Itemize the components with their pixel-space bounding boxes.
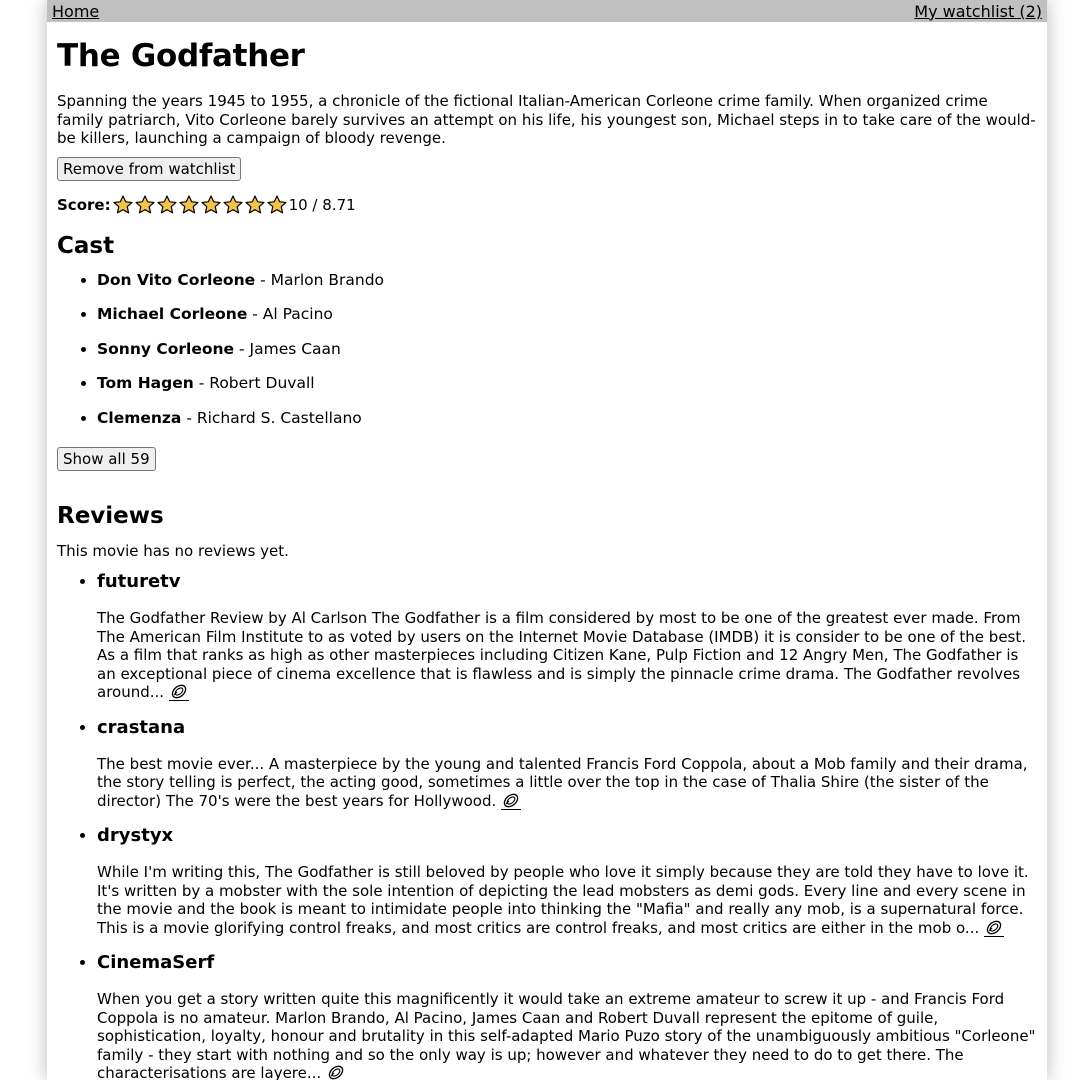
cast-item: Michael Corleone - Al Pacino (97, 305, 1037, 340)
cast-character: Sonny Corleone (97, 339, 235, 358)
star-rating (112, 194, 288, 216)
review-author: drystyx (97, 825, 174, 846)
review-item: drystyx While I'm writing this, The Godf… (97, 825, 1037, 937)
cast-actor: - James Caan (234, 339, 341, 358)
review-text: The best movie ever... A masterpiece by … (97, 754, 1028, 810)
remove-from-watchlist-button[interactable]: Remove from watchlist (57, 156, 242, 181)
review-author: CinemaSerf (97, 952, 215, 973)
star-icon (112, 194, 133, 213)
review-text: The Godfather Review by Al Carlson The G… (97, 609, 1027, 701)
paperclip-icon (503, 793, 519, 807)
paperclip-icon (328, 1065, 344, 1080)
score-row: Score: 10 / 8.71 (57, 193, 1037, 217)
reviews-list: futuretv The Godfather Review by Al Carl… (57, 571, 1037, 1080)
cast-character: Don Vito Corleone (97, 270, 256, 289)
star-icon (134, 194, 155, 213)
review-item: futuretv The Godfather Review by Al Carl… (97, 571, 1037, 702)
review-body: When you get a story written quite this … (97, 990, 1037, 1080)
review-author: crastana (97, 716, 186, 738)
paperclip-icon (171, 684, 187, 699)
review-body: The Godfather Review by Al Carlson The G… (97, 609, 1037, 702)
review-body: While I'm writing this, The Godfather is… (97, 863, 1037, 937)
home-link[interactable]: Home (52, 2, 99, 21)
cast-actor: - Al Pacino (247, 305, 333, 323)
cast-actor: - Robert Duvall (193, 374, 315, 392)
cast-character: Clemenza (97, 408, 182, 427)
movie-title: The Godfather (57, 38, 305, 74)
read-more-link-icon[interactable] (326, 1064, 346, 1080)
top-nav-bar: Home My watchlist (2) (47, 0, 1047, 22)
star-icon (156, 194, 177, 213)
score-value: 10 / 8.71 (288, 195, 356, 214)
review-text: When you get a story written quite this … (97, 990, 1036, 1080)
cast-item: Sonny Corleone - James Caan (97, 340, 1037, 375)
cast-character: Tom Hagen (97, 374, 194, 392)
cast-list: Don Vito Corleone - Marlon Brando Michae… (57, 271, 1037, 444)
no-reviews-text: This movie has no reviews yet. (57, 542, 289, 560)
movie-details: The Godfather Spanning the years 1945 to… (47, 37, 1047, 1080)
review-item: CinemaSerf When you get a story written … (97, 952, 1037, 1080)
cast-item: Don Vito Corleone - Marlon Brando (97, 271, 1037, 306)
review-author: futuretv (97, 571, 181, 592)
reviews-heading: Reviews (57, 503, 164, 529)
cast-character: Michael Corleone (97, 305, 248, 323)
show-all-cast-button[interactable]: Show all 59 (57, 447, 156, 471)
read-more-link-icon[interactable] (168, 683, 189, 701)
read-more-link-icon[interactable] (984, 919, 1004, 937)
cast-heading: Cast (57, 232, 115, 259)
movie-overview: Spanning the years 1945 to 1955, a chron… (57, 92, 1036, 147)
star-icon (244, 194, 265, 213)
cast-actor: - Marlon Brando (255, 270, 385, 289)
star-icon (222, 194, 243, 213)
page: Home My watchlist (2) The Godfather Span… (47, 0, 1047, 1080)
cast-item: Tom Hagen - Robert Duvall (97, 374, 1037, 409)
score-label: Score: (57, 195, 111, 214)
cast-item: Clemenza - Richard S. Castellano (97, 409, 1037, 444)
cast-actor: - Richard S. Castellano (181, 408, 362, 427)
star-icon (266, 194, 287, 213)
review-item: crastana The best movie ever... A master… (97, 717, 1037, 811)
review-text: While I'm writing this, The Godfather is… (97, 863, 1029, 937)
star-icon (200, 194, 221, 213)
read-more-link-icon[interactable] (501, 792, 522, 810)
paperclip-icon (986, 920, 1002, 934)
star-icon (178, 194, 199, 213)
my-watchlist-link[interactable]: My watchlist (2) (914, 2, 1042, 21)
review-body: The best movie ever... A masterpiece by … (97, 755, 1037, 811)
